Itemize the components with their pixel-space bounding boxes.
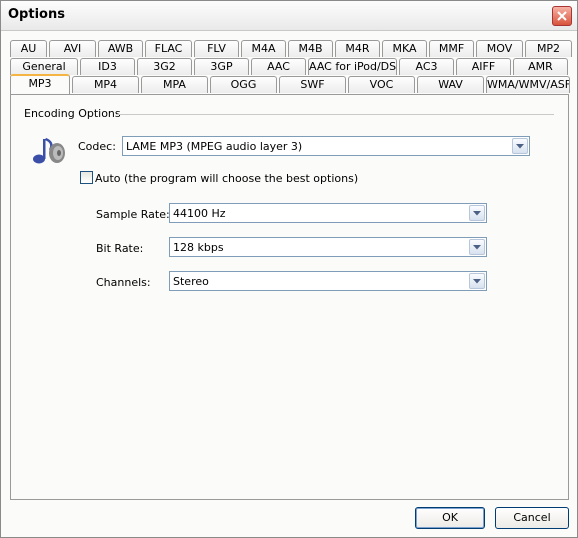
tab-awb[interactable]: AWB xyxy=(98,40,143,57)
tab-mp2[interactable]: MP2 xyxy=(525,40,572,57)
tab-panel-mp3: Encoding Options Codec: LAME MP3 (MPEG a… xyxy=(10,94,569,500)
title-bar: Options xyxy=(1,1,577,31)
tab-mpa[interactable]: MPA xyxy=(141,76,208,93)
tab-mp4[interactable]: MP4 xyxy=(72,76,139,93)
tab-m4a[interactable]: M4A xyxy=(241,40,286,57)
tab-mmf[interactable]: MMF xyxy=(429,40,474,57)
tab-flv[interactable]: FLV xyxy=(194,40,239,57)
tab-ac3[interactable]: AC3 xyxy=(399,58,454,75)
tab-aac-for-ipod-dsi[interactable]: AAC for iPod/DSi xyxy=(308,58,397,75)
tab-mp3[interactable]: MP3 xyxy=(10,74,70,94)
close-button[interactable] xyxy=(552,6,572,26)
codec-label: Codec: xyxy=(78,140,116,153)
tab-general[interactable]: General xyxy=(10,58,78,75)
tab-id3[interactable]: ID3 xyxy=(80,58,135,75)
bit-rate-select[interactable]: 128 kbps xyxy=(169,237,487,257)
tab-wma-wmv-asf[interactable]: WMA/WMV/ASF xyxy=(486,76,570,93)
channels-label: Channels: xyxy=(96,276,151,289)
cancel-button[interactable]: Cancel xyxy=(495,507,569,529)
channels-dropdown-button[interactable] xyxy=(469,273,485,289)
tab-3gp[interactable]: 3GP xyxy=(194,58,249,75)
group-divider xyxy=(116,114,554,115)
ok-button[interactable]: OK xyxy=(415,507,485,529)
channels-value: Stereo xyxy=(173,275,209,288)
tab-amr[interactable]: AMR xyxy=(513,58,568,75)
bit-rate-dropdown-button[interactable] xyxy=(469,239,485,255)
tab-avi[interactable]: AVI xyxy=(49,40,96,57)
tab-swf[interactable]: SWF xyxy=(279,76,346,93)
window-title: Options xyxy=(8,7,65,22)
close-icon xyxy=(557,11,567,21)
bit-rate-label: Bit Rate: xyxy=(96,242,144,255)
sample-rate-select[interactable]: 44100 Hz xyxy=(169,203,487,223)
tab-wav[interactable]: WAV xyxy=(417,76,484,93)
sample-rate-dropdown-button[interactable] xyxy=(469,205,485,221)
codec-select[interactable]: LAME MP3 (MPEG audio layer 3) xyxy=(122,136,530,156)
auto-label[interactable]: Auto (the program will choose the best o… xyxy=(95,172,358,185)
tab-ogg[interactable]: OGG xyxy=(210,76,277,93)
tab-m4r[interactable]: M4R xyxy=(335,40,380,57)
chevron-down-icon xyxy=(473,211,481,216)
tab-aac[interactable]: AAC xyxy=(251,58,306,75)
chevron-down-icon xyxy=(473,279,481,284)
codec-dropdown-button[interactable] xyxy=(512,138,528,154)
options-dialog: Options AU AVI AWB FLAC FLV M4A M4B M4R MKA MMF MO… xyxy=(0,0,578,538)
chevron-down-icon xyxy=(516,144,524,149)
chevron-down-icon xyxy=(473,245,481,250)
tab-au[interactable]: AU xyxy=(10,40,47,57)
sample-rate-value: 44100 Hz xyxy=(173,207,226,220)
tab-3g2[interactable]: 3G2 xyxy=(137,58,192,75)
sample-rate-label: Sample Rate: xyxy=(96,208,170,221)
tab-mov[interactable]: MOV xyxy=(476,40,523,57)
tab-mka[interactable]: MKA xyxy=(382,40,427,57)
bit-rate-value: 128 kbps xyxy=(173,241,224,254)
tab-flac[interactable]: FLAC xyxy=(145,40,192,57)
codec-value: LAME MP3 (MPEG audio layer 3) xyxy=(126,140,303,153)
auto-checkbox[interactable] xyxy=(80,171,93,184)
music-note-speaker-icon xyxy=(33,137,65,164)
encoding-options-label: Encoding Options xyxy=(24,107,121,120)
tab-voc[interactable]: VOC xyxy=(348,76,415,93)
tab-aiff[interactable]: AIFF xyxy=(456,58,511,75)
channels-select[interactable]: Stereo xyxy=(169,271,487,291)
tab-m4b[interactable]: M4B xyxy=(288,40,333,57)
